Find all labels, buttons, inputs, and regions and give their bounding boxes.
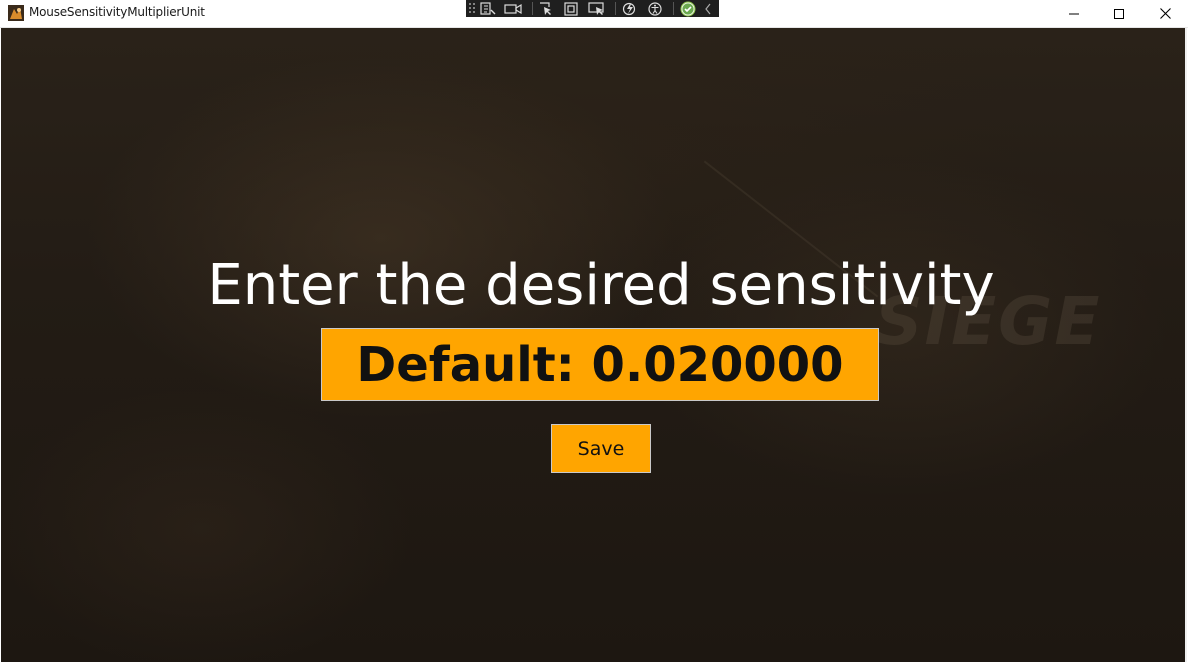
select-element-icon[interactable] <box>535 0 556 17</box>
app-content: SIEGE Enter the desired sensitivity Save <box>1 28 1187 662</box>
maximize-icon <box>1114 8 1124 19</box>
toolbar-divider <box>615 2 617 15</box>
window-border <box>1185 28 1187 662</box>
display-layout-adorners-icon[interactable] <box>561 0 582 17</box>
toolbar-divider <box>531 2 533 15</box>
app-icon <box>8 5 24 21</box>
collapse-icon[interactable] <box>703 0 714 17</box>
page-title: Enter the desired sensitivity <box>207 253 995 318</box>
close-button[interactable] <box>1142 0 1188 27</box>
live-visual-tree-icon[interactable] <box>477 0 498 17</box>
toolbar-divider <box>673 2 675 15</box>
binding-ok-icon[interactable] <box>677 0 698 17</box>
minimize-icon <box>1069 9 1079 19</box>
title-bar: MouseSensitivityMultiplierUnit <box>0 0 1188 28</box>
accessibility-icon[interactable] <box>645 0 666 17</box>
record-icon[interactable] <box>503 0 524 17</box>
save-button[interactable]: Save <box>551 424 651 473</box>
minimize-button[interactable] <box>1051 0 1097 27</box>
close-icon <box>1159 8 1171 19</box>
window-title: MouseSensitivityMultiplierUnit <box>29 5 205 19</box>
sensitivity-input[interactable] <box>321 328 879 401</box>
hot-reload-icon[interactable] <box>619 0 640 17</box>
maximize-button[interactable] <box>1096 0 1142 27</box>
toolbar-grip-icon[interactable] <box>468 2 478 15</box>
xaml-debug-toolbar <box>466 0 719 17</box>
track-focus-icon[interactable] <box>587 0 608 17</box>
